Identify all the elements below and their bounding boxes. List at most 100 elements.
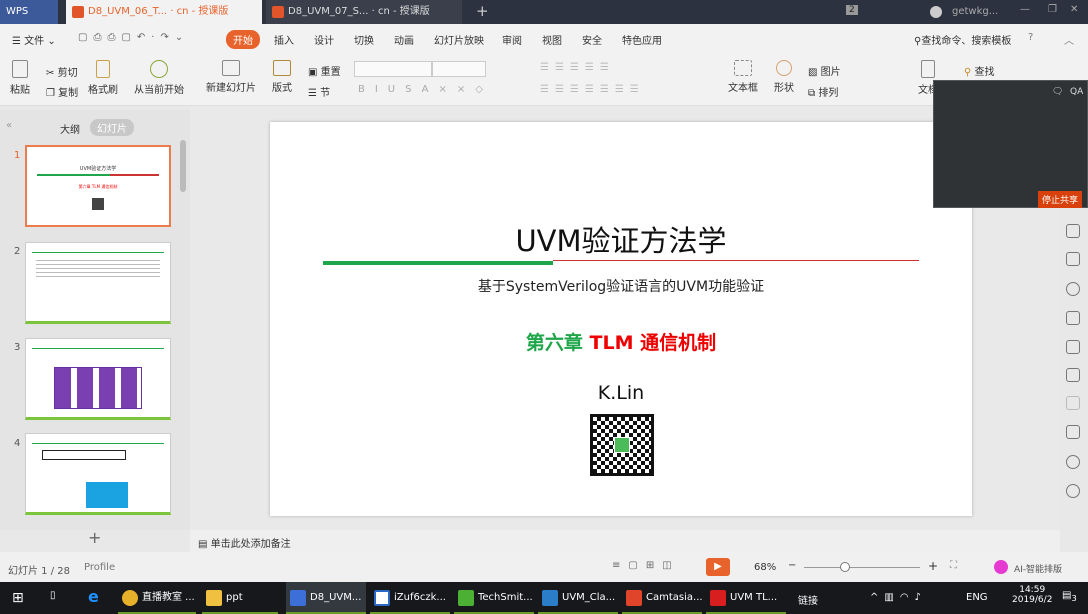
taskbar-item-pdf[interactable]: UVM_Cla... [538,582,618,614]
author-name[interactable]: K.Lin [270,382,972,404]
taskbar-item-camtasia[interactable]: Camtasia... [622,582,703,614]
scrollbar[interactable] [180,140,186,192]
tray-icons[interactable]: ^▥◠♪ [870,592,927,603]
tab-slides[interactable]: 幻灯片 [90,119,134,136]
avatar[interactable] [930,6,942,18]
chapter-heading[interactable]: 第六章 TLM 通信机制 [270,328,972,355]
section-button[interactable]: ☰ 节 [308,84,330,99]
menu-insert[interactable]: 插入 [274,32,294,47]
font-family-select[interactable] [354,61,432,77]
zoom-slider[interactable] [804,567,920,568]
slide-thumbnail-2[interactable] [25,242,171,324]
task-view-icon[interactable]: ▯ [50,590,56,601]
find-button[interactable]: ⚲ 查找 [964,63,995,78]
menu-transition[interactable]: 切换 [354,32,374,47]
slide-subtitle[interactable]: 基于SystemVerilog验证语言的UVM功能验证 [270,276,972,296]
layout-button[interactable]: 版式 [272,60,292,94]
menu-home[interactable]: 开始 [226,30,260,49]
edge-icon[interactable]: e [88,587,99,606]
history-icon[interactable] [1066,455,1080,469]
zoom-out-button[interactable]: − [788,560,796,571]
copy-button[interactable]: ❐ 复制 [46,84,78,99]
settings-sliders-icon[interactable] [1066,224,1080,238]
share-icon[interactable] [1066,340,1080,354]
document-icon [921,60,935,78]
stop-share-button[interactable]: 停止共享 [1038,191,1083,208]
quick-access-icons[interactable]: ▢⎙⎙▢↶·↷⌄ [78,32,189,43]
shield-icon[interactable] [1066,425,1080,439]
zoom-level[interactable]: 68% [754,562,776,573]
chat-icon[interactable]: 🗨 [1052,87,1063,97]
cut-button[interactable]: ✂ 剪切 [46,64,78,79]
start-button[interactable]: ⊞ [12,590,24,606]
new-tab-button[interactable]: + [476,2,489,20]
slide-canvas[interactable]: UVM验证方法学 基于SystemVerilog验证语言的UVM功能验证 第六章… [270,122,972,516]
add-slide-button[interactable]: + [88,528,101,547]
textbox-button[interactable]: 文本框 [728,60,758,94]
menu-view[interactable]: 视图 [542,32,562,47]
menu-slideshow[interactable]: 幻灯片放映 [434,32,484,47]
window-count-badge[interactable]: 2 [846,5,858,15]
slide-thumbnail-4[interactable] [25,433,171,515]
tab-outline[interactable]: 大纲 [60,121,80,136]
close-button[interactable]: ✕ [1070,4,1078,15]
menu-features[interactable]: 特色应用 [622,32,662,47]
menu-animation[interactable]: 动画 [394,32,414,47]
reset-button[interactable]: ▣ 重置 [308,63,341,78]
minimize-button[interactable]: — [1020,4,1030,15]
fit-window-icon[interactable]: ⛶ [950,560,957,571]
notification-center-icon[interactable]: ▤3 [1062,590,1077,603]
new-slide-button[interactable]: 新建幻灯片 [206,60,256,94]
taskbar-item-wps[interactable]: D8_UVM... [286,582,366,614]
file-menu[interactable]: ☰ 文件 ⌄ [12,32,56,47]
format-painter-button[interactable]: 格式刷 [88,60,118,96]
restore-button[interactable]: ❐ [1048,4,1057,15]
menu-security[interactable]: 安全 [582,32,602,47]
menu-design[interactable]: 设计 [314,32,334,47]
help-icon[interactable] [1066,484,1080,498]
play-from-current-button[interactable]: 从当前开始 [134,60,184,96]
archive-icon[interactable] [1066,311,1080,325]
command-search[interactable]: ⚲查找命令、搜索模板 [914,32,1011,47]
user-name[interactable]: getwkg... [952,6,998,17]
paste-button[interactable]: 粘贴 [10,60,30,96]
play-slideshow-button[interactable]: ▶ [706,558,730,576]
collapse-ribbon-button[interactable]: ︿ [1064,32,1074,47]
font-format-buttons[interactable]: BIUSA××◇ [358,84,493,95]
menu-review[interactable]: 审阅 [502,32,522,47]
font-size-select[interactable] [432,61,486,77]
help-button[interactable]: ? [1028,32,1033,43]
align-buttons[interactable]: ☰☰☰☰☰☰☰ [540,84,645,95]
paragraph-buttons[interactable]: ☰☰☰☰☰ [540,62,615,73]
tab-document-07[interactable]: D8_UVM_07_S... · cn - 授课版 [266,0,462,24]
ai-layout-button[interactable]: AI-智能排版 [1014,562,1062,575]
taskbar-item-chrome[interactable]: 直播教室 ... [118,582,196,614]
zoom-slider-handle[interactable] [840,562,850,572]
taskbar-item-ve[interactable]: iZuf6czk... [370,582,450,614]
wps-home-tab[interactable]: WPS [0,0,58,24]
taskbar-item-techsmith[interactable]: TechSmit... [454,582,534,614]
qa-button[interactable]: QA [1070,87,1083,97]
zoom-in-button[interactable]: + [928,559,938,573]
view-buttons[interactable]: ≡▢⊞◫ [612,560,680,571]
notes-bar[interactable]: ▤ 单击此处添加备注 [190,530,1060,552]
gallery-icon[interactable] [1066,252,1080,266]
profile-label[interactable]: Profile [84,562,115,573]
slide-thumbnail-1[interactable]: UVM验证方法学 第六章 TLM 通信机制 [25,145,171,227]
shape-button[interactable]: 形状 [774,60,794,94]
tab-document-06[interactable]: D8_UVM_06_T... · cn - 授课版 [66,0,262,24]
image-icon[interactable] [1066,368,1080,382]
arrange-button[interactable]: ⧉ 排列 [808,84,838,99]
taskbar-item-folder[interactable]: ppt [202,582,278,614]
picture-button[interactable]: ▨ 图片 [808,63,841,78]
speaker-icon[interactable] [1066,396,1080,410]
slide-title[interactable]: UVM验证方法学 [270,218,972,260]
input-language[interactable]: ENG [966,592,988,603]
collapse-panel-icon[interactable]: « [6,120,12,131]
slide-thumbnail-3[interactable] [25,338,171,420]
clock[interactable]: 14:59 2019/6/2 [1012,585,1052,605]
taskbar-item-uvm[interactable]: UVM TL... [706,582,786,614]
add-notes[interactable]: ▤ 单击此处添加备注 [198,535,291,550]
star-icon[interactable] [1066,282,1080,296]
link-toolbar[interactable]: 链接 [798,592,818,607]
